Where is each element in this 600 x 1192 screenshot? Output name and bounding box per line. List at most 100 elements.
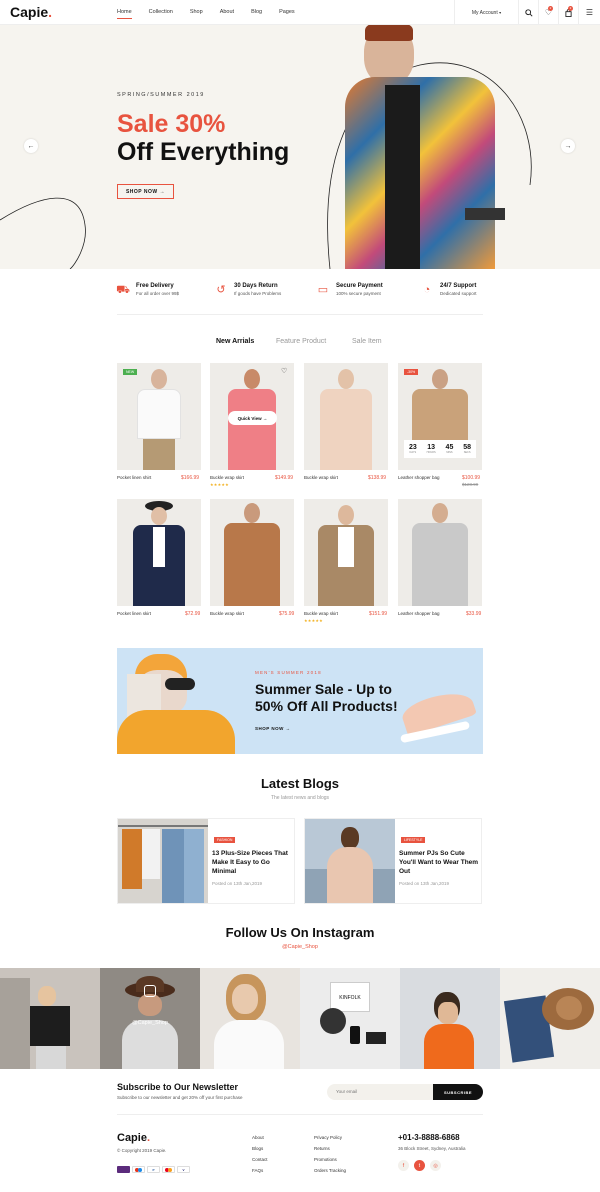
footer-link-returns[interactable]: Returns bbox=[314, 1146, 330, 1151]
product-image[interactable] bbox=[304, 499, 388, 606]
product-price: $149.99 bbox=[275, 475, 294, 481]
instagram-photo[interactable] bbox=[500, 968, 600, 1069]
product-image[interactable]: NEW bbox=[117, 363, 201, 470]
product-image[interactable] bbox=[117, 499, 201, 606]
product-image[interactable]: -30% 23 DAYS 13 HOURS 45 MINS 58 SECS bbox=[398, 363, 482, 470]
countdown-unit: DAYS bbox=[409, 451, 417, 454]
arrow-right-icon: → bbox=[564, 142, 572, 150]
banner-title-line2: 50% Off All Products! bbox=[255, 698, 398, 714]
footer-link-contact[interactable]: Contact bbox=[252, 1157, 268, 1162]
mastercard-icon bbox=[162, 1166, 175, 1173]
banner-shop-now-button[interactable]: SHOP NOW → bbox=[255, 726, 291, 731]
footer-copyright: © Copyright 2019 Capie. bbox=[117, 1148, 167, 1153]
main-nav: Home Collection Shop About Blog Pages bbox=[117, 9, 312, 19]
instagram-photo[interactable]: KINFOLK bbox=[300, 968, 400, 1069]
maestro-icon bbox=[132, 1166, 145, 1173]
nav-shop[interactable]: Shop bbox=[190, 9, 203, 15]
newsletter-email-input[interactable]: Your email bbox=[327, 1084, 433, 1100]
instagram-photo[interactable]: @Capie_Shop bbox=[100, 968, 200, 1069]
subscribe-button[interactable]: SUBSCRIBE bbox=[433, 1084, 483, 1100]
product-image[interactable] bbox=[398, 499, 482, 606]
banner-eyebrow: MEN'S SUMMER 2018 bbox=[255, 670, 322, 675]
countdown-days: 23 bbox=[408, 444, 417, 451]
hero-subtitle: SPRING/SUMMER 2019 bbox=[117, 92, 205, 98]
footer-link-faqs[interactable]: FAQs bbox=[252, 1168, 263, 1173]
product-image[interactable]: Quick View → ♡ bbox=[210, 363, 294, 470]
return-icon: ↺ bbox=[216, 284, 226, 296]
blog-category-tag[interactable]: FASHION bbox=[214, 837, 236, 843]
product-image[interactable] bbox=[304, 363, 388, 470]
blog-card[interactable]: LIFESTYLE Summer PJs So Cute You'll Want… bbox=[304, 818, 482, 904]
nav-home[interactable]: Home bbox=[117, 9, 132, 19]
instagram-handle[interactable]: @Capie_Shop bbox=[0, 944, 600, 950]
product-price: $138.99 bbox=[368, 475, 387, 481]
search-button[interactable] bbox=[518, 0, 538, 25]
nav-about[interactable]: About bbox=[220, 9, 234, 15]
nav-blog[interactable]: Blog bbox=[251, 9, 262, 15]
instagram-photo[interactable] bbox=[400, 968, 500, 1069]
product-image[interactable] bbox=[210, 499, 294, 606]
credit-card-icon: ▭ bbox=[317, 284, 329, 296]
product-name[interactable]: Leather shopper bag bbox=[398, 611, 440, 616]
search-icon bbox=[524, 8, 533, 17]
instagram-photo[interactable] bbox=[0, 968, 100, 1069]
blog-card[interactable]: FASHION 13 Plus-Size Pieces That Make It… bbox=[117, 818, 295, 904]
paypal-icon: P bbox=[147, 1166, 160, 1173]
slider-next-button[interactable]: → bbox=[561, 139, 575, 153]
product-old-price: $128.99 bbox=[462, 482, 479, 487]
blog-title[interactable]: Summer PJs So Cute You'll Want to Wear T… bbox=[399, 849, 479, 876]
menu-button[interactable]: ☰ bbox=[578, 0, 600, 25]
facebook-icon[interactable]: f bbox=[398, 1160, 409, 1171]
header-actions: My Account ▾ ♡ 2 3 ☰ bbox=[454, 0, 600, 25]
wishlist-button[interactable]: ♡ 2 bbox=[538, 0, 558, 25]
countdown-unit: MINS bbox=[446, 451, 453, 454]
logo[interactable]: Capie. bbox=[10, 4, 52, 20]
feature-free-delivery: ⛟ Free Delivery For all order over 99$ bbox=[116, 283, 179, 297]
feature-title: 30 Days Return bbox=[234, 283, 278, 289]
footer-link-privacy[interactable]: Privacy Policy bbox=[314, 1135, 342, 1140]
blog-category-tag[interactable]: LIFESTYLE bbox=[401, 837, 426, 843]
product-name[interactable]: Buckle wrap skirt bbox=[210, 611, 244, 616]
headset-icon: ◔ bbox=[423, 284, 431, 296]
blog-title[interactable]: 13 Plus-Size Pieces That Make It Easy to… bbox=[212, 849, 292, 876]
hero-shop-now-button[interactable]: SHOP NOW → bbox=[117, 184, 174, 199]
twitter-icon[interactable]: t bbox=[414, 1160, 425, 1171]
discount-tag: -30% bbox=[404, 369, 419, 375]
nav-collection[interactable]: Collection bbox=[149, 9, 173, 15]
visa-icon: V bbox=[177, 1166, 190, 1173]
cart-button[interactable]: 3 bbox=[558, 0, 578, 25]
quick-view-button[interactable]: Quick View → bbox=[228, 411, 277, 425]
tab-sale-item[interactable]: Sale Item bbox=[352, 338, 382, 345]
blogs-heading: Latest Blogs bbox=[260, 776, 339, 791]
footer-logo[interactable]: Capie. bbox=[117, 1132, 150, 1144]
hero-headline-off: Off Everything bbox=[117, 138, 290, 166]
footer-phone[interactable]: +01-3-8888-6868 bbox=[398, 1133, 460, 1142]
tab-new-arrivals[interactable]: New Arrials bbox=[216, 338, 254, 345]
blog-image bbox=[118, 819, 208, 903]
my-account-dropdown[interactable]: My Account ▾ bbox=[454, 0, 518, 25]
new-tag: NEW bbox=[123, 369, 138, 375]
product-name[interactable]: Buckle wrap skirt bbox=[304, 475, 338, 480]
product-name[interactable]: Buckle wrap skirt bbox=[304, 611, 338, 616]
instagram-photo[interactable] bbox=[200, 968, 300, 1069]
feature-text: For all order over 99$ bbox=[136, 291, 180, 296]
feature-title: Free Delivery bbox=[136, 283, 174, 289]
my-account-label: My Account bbox=[471, 9, 498, 16]
footer-link-orders-tracking[interactable]: Orders Tracking bbox=[314, 1168, 346, 1173]
product-name[interactable]: Pocket linen skirt bbox=[117, 611, 151, 616]
footer-link-blogs[interactable]: Blogs bbox=[252, 1146, 263, 1151]
product-name[interactable]: Buckle wrap skirt bbox=[210, 475, 244, 480]
tab-feature-product[interactable]: Feature Product bbox=[276, 338, 326, 345]
product-price: $166.99 bbox=[181, 475, 200, 481]
feature-secure-payment: ▭ Secure Payment 100% secure payment bbox=[316, 283, 383, 297]
chevron-down-icon: ▾ bbox=[499, 10, 502, 15]
instagram-social-icon[interactable]: ◎ bbox=[430, 1160, 441, 1171]
footer-link-about[interactable]: About bbox=[252, 1135, 264, 1140]
product-name[interactable]: Leather shopper bag bbox=[398, 475, 440, 480]
summer-sale-banner[interactable]: MEN'S SUMMER 2018 Summer Sale - Up to 50… bbox=[117, 648, 483, 754]
heart-icon[interactable]: ♡ bbox=[281, 367, 287, 375]
nav-pages[interactable]: Pages bbox=[279, 9, 295, 15]
footer-link-promotions[interactable]: Promotions bbox=[314, 1157, 337, 1162]
product-name[interactable]: Pocket linen shirt bbox=[117, 475, 151, 480]
slider-prev-button[interactable]: ← bbox=[24, 139, 38, 153]
